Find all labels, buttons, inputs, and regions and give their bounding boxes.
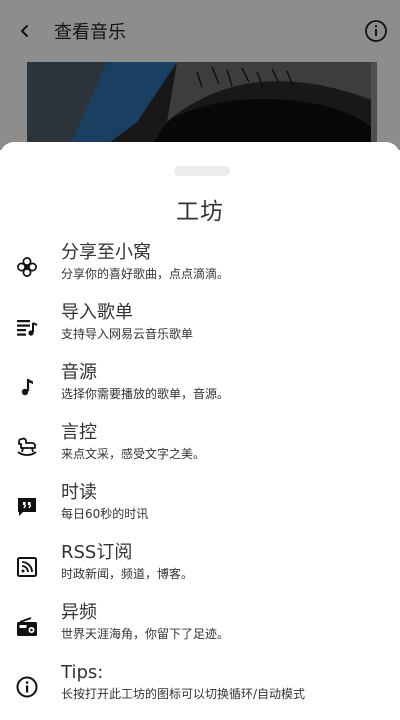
menu-item-quotes[interactable]: 言控 来点文采，感受文字之美。 bbox=[0, 419, 400, 479]
menu-item-import-playlist[interactable]: 导入歌单 支持导入网易云音乐歌单 bbox=[0, 299, 400, 359]
menu-item-radio[interactable]: 异频 世界天涯海角，你留下了足迹。 bbox=[0, 599, 400, 659]
menu-item-title: 导入歌单 bbox=[61, 302, 133, 323]
rss-feed-icon bbox=[15, 555, 39, 579]
quote-bubble-icon bbox=[15, 495, 39, 519]
background-scrim[interactable] bbox=[0, 0, 400, 150]
sheet-title: 工坊 bbox=[176, 199, 224, 225]
playlist-import-icon bbox=[15, 315, 39, 339]
menu-item-subtitle: 分享你的喜好歌曲，点点滴滴。 bbox=[61, 267, 230, 281]
screen: 查看音乐 工坊 分享至小窝 分享你的喜好歌曲，点点滴滴。 导入歌单 支持导入网易… bbox=[0, 0, 400, 720]
menu-item-subtitle: 来点文采，感受文字之美。 bbox=[61, 447, 206, 461]
menu-item-title: 分享至小窝 bbox=[61, 242, 151, 263]
workshop-bottom-sheet: 工坊 分享至小窝 分享你的喜好歌曲，点点滴滴。 导入歌单 支持导入网易云音乐歌单… bbox=[0, 142, 400, 720]
menu-item-subtitle: 时政新闻，频道，博客。 bbox=[61, 567, 194, 581]
menu-item-music-source[interactable]: 音源 选择你需要播放的歌单，音源。 bbox=[0, 359, 400, 419]
workshop-menu: 分享至小窝 分享你的喜好歌曲，点点滴滴。 导入歌单 支持导入网易云音乐歌单 音源… bbox=[0, 239, 400, 719]
menu-item-rss[interactable]: RSS订阅 时政新闻，频道，博客。 bbox=[0, 539, 400, 599]
menu-item-share[interactable]: 分享至小窝 分享你的喜好歌曲，点点滴滴。 bbox=[0, 239, 400, 299]
music-note-icon bbox=[15, 375, 39, 399]
menu-item-subtitle: 长按打开此工坊的图标可以切换循环/自动模式 bbox=[61, 687, 306, 701]
menu-item-title: 时读 bbox=[61, 482, 97, 503]
menu-item-tips[interactable]: Tips: 长按打开此工坊的图标可以切换循环/自动模式 bbox=[0, 659, 400, 719]
sheet-drag-handle[interactable] bbox=[174, 166, 230, 176]
menu-item-subtitle: 支持导入网易云音乐歌单 bbox=[61, 327, 194, 341]
info-icon bbox=[15, 675, 39, 699]
menu-item-title: 言控 bbox=[61, 422, 97, 443]
menu-item-title: 音源 bbox=[61, 362, 97, 383]
flower-icon bbox=[15, 255, 39, 279]
rocking-horse-icon bbox=[15, 435, 39, 459]
menu-item-subtitle: 世界天涯海角，你留下了足迹。 bbox=[61, 627, 230, 641]
menu-item-title: RSS订阅 bbox=[61, 542, 133, 563]
menu-item-daily-news[interactable]: 时读 每日60秒的时讯 bbox=[0, 479, 400, 539]
menu-item-subtitle: 选择你需要播放的歌单，音源。 bbox=[61, 387, 230, 401]
menu-item-title: 异频 bbox=[61, 602, 97, 623]
radio-icon bbox=[15, 615, 39, 639]
menu-item-subtitle: 每日60秒的时讯 bbox=[61, 507, 149, 521]
menu-item-title: Tips: bbox=[61, 662, 104, 683]
